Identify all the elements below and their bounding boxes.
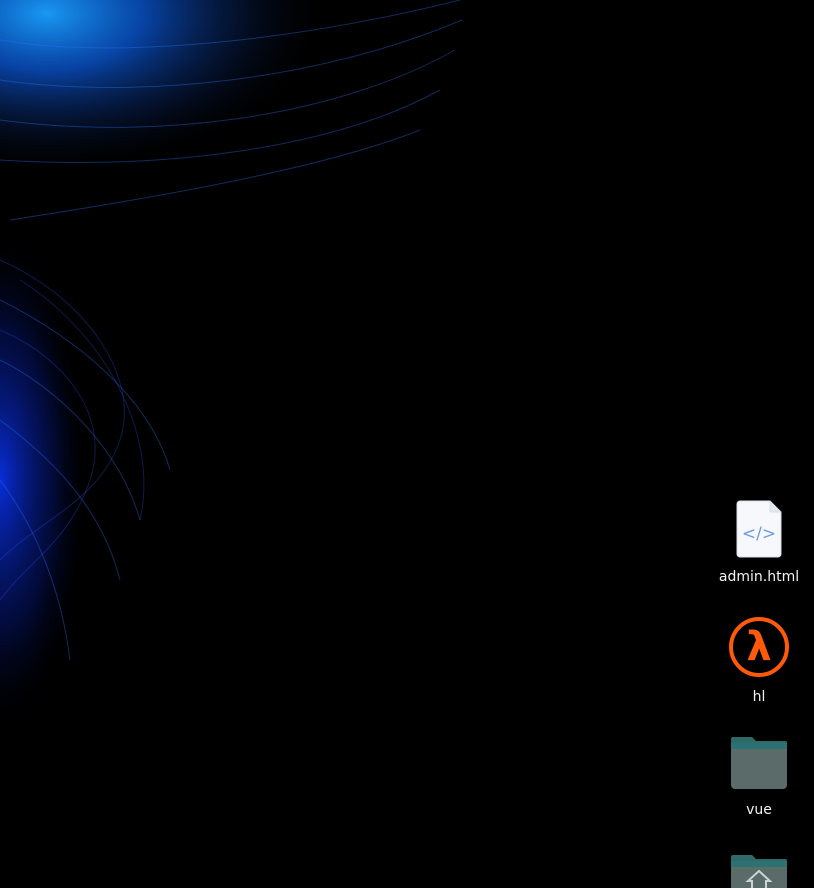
html-file-icon: </> bbox=[713, 500, 805, 563]
desktop-icon-label: admin.html bbox=[718, 569, 800, 585]
wallpaper bbox=[0, 0, 814, 888]
desktop[interactable]: </> admin.html λ hl vue bbox=[0, 0, 814, 888]
desktop-icon-admin-html[interactable]: </> admin.html bbox=[713, 500, 805, 586]
desktop-icon-home[interactable] bbox=[713, 853, 805, 888]
desktop-icon-label: vue bbox=[746, 802, 772, 818]
folder-icon bbox=[713, 735, 805, 796]
half-life-lambda-icon: λ bbox=[713, 616, 805, 683]
svg-text:</>: </> bbox=[742, 524, 776, 544]
desktop-icon-vue[interactable]: vue bbox=[713, 735, 805, 819]
desktop-icon-hl[interactable]: λ hl bbox=[713, 616, 805, 706]
desktop-icon-label: hl bbox=[752, 689, 766, 705]
svg-text:λ: λ bbox=[746, 624, 771, 670]
home-folder-icon bbox=[713, 853, 805, 888]
